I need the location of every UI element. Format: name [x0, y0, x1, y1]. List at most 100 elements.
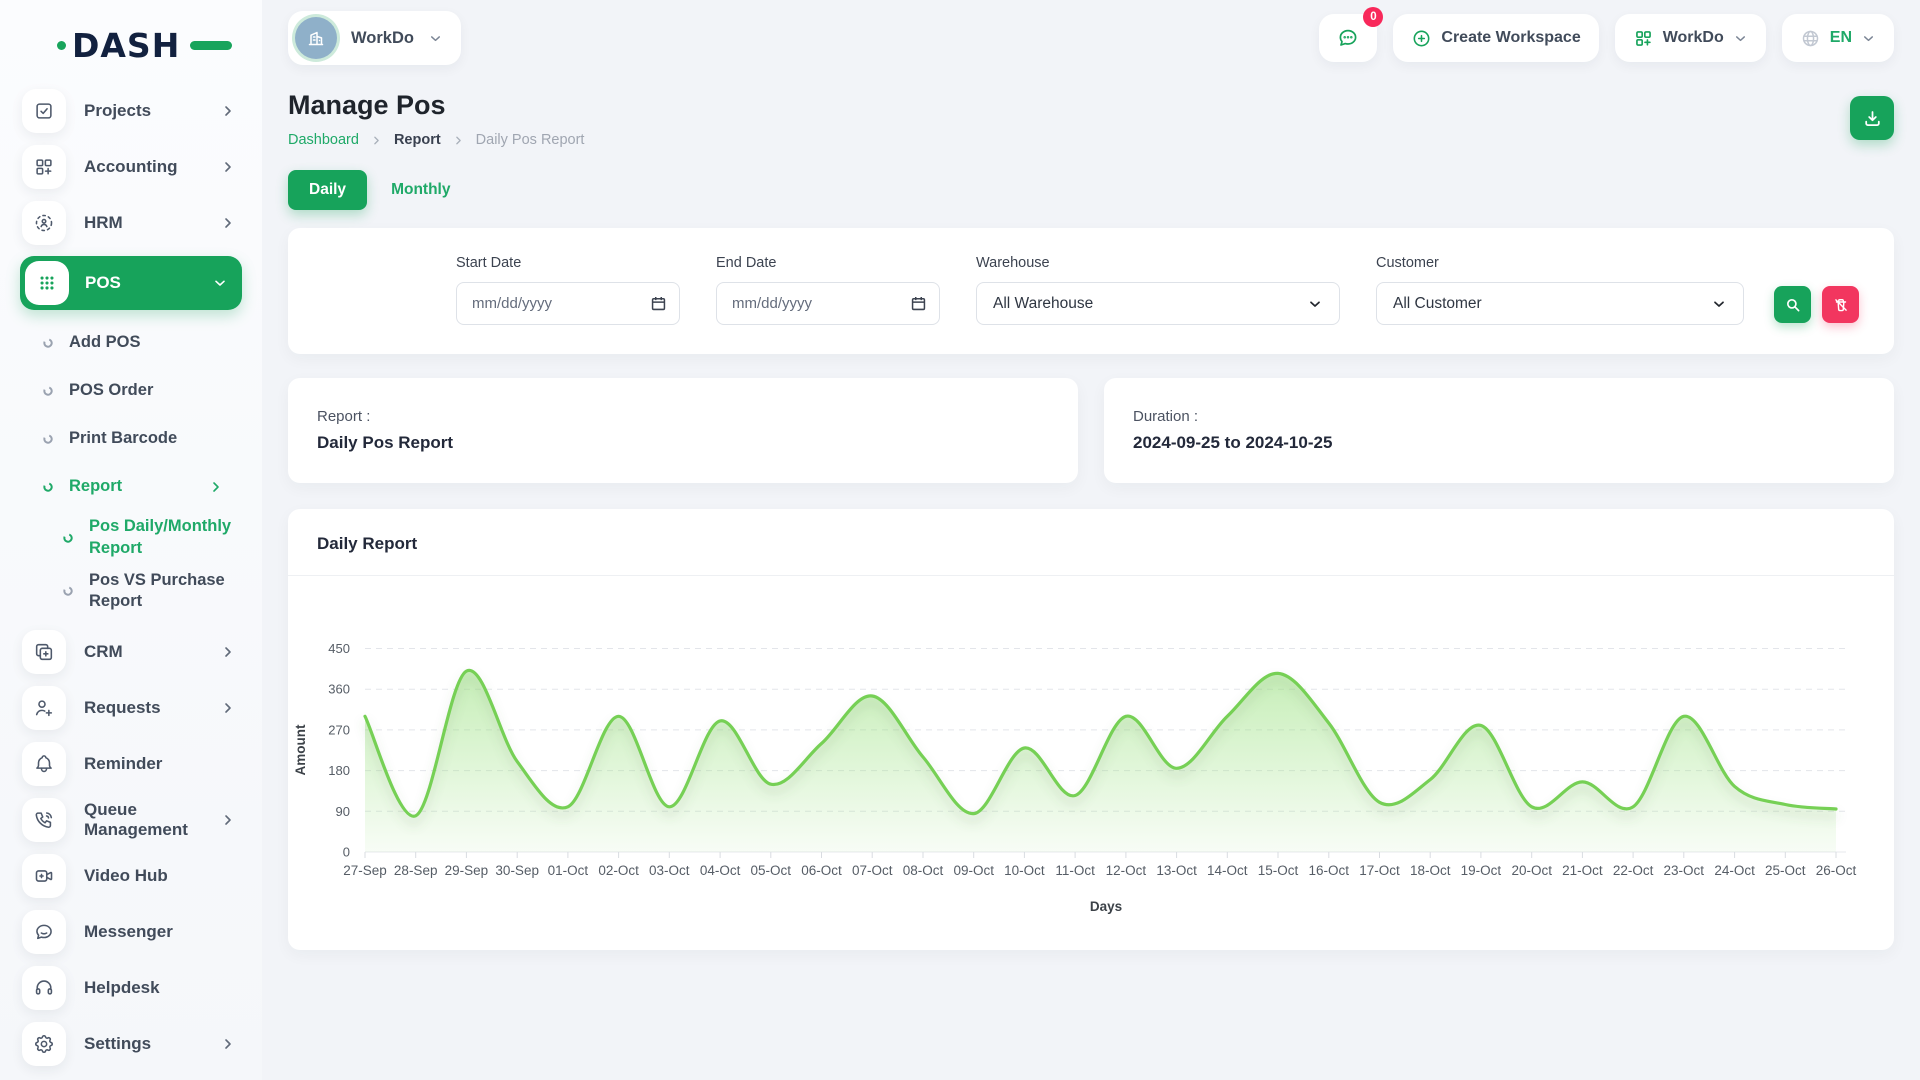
duration-label: Duration :: [1133, 408, 1865, 425]
sidebar-subitem-add-pos[interactable]: Add POS: [0, 319, 262, 367]
sidebar-item-label: CRM: [84, 642, 123, 662]
logo-dot: [57, 41, 66, 50]
sidebar-item-queue-management[interactable]: Queue Management: [0, 792, 262, 848]
sidebar-subitem-pos-vs-purchase-report[interactable]: Pos VS Purchase Report: [0, 565, 262, 619]
page-title: Manage Pos: [288, 90, 584, 121]
end-date-input[interactable]: [716, 282, 940, 325]
svg-text:22-Oct: 22-Oct: [1613, 863, 1654, 878]
sidebar-item-messenger[interactable]: Messenger: [0, 904, 262, 960]
message-dots-icon: [1336, 26, 1360, 50]
phone-call-icon: [22, 798, 66, 842]
grid-plus-icon: [1633, 28, 1654, 49]
headset-icon: [22, 966, 66, 1010]
sidebar-subitem-label: Add POS: [69, 332, 247, 354]
svg-text:15-Oct: 15-Oct: [1258, 863, 1299, 878]
sidebar-item-hrm[interactable]: HRM: [0, 195, 262, 251]
sidebar-item-label: Queue Management: [84, 800, 220, 840]
search-button[interactable]: [1774, 286, 1811, 323]
breadcrumb-report[interactable]: Report: [394, 132, 441, 148]
language-button[interactable]: EN: [1782, 14, 1894, 62]
sidebar-item-video-hub[interactable]: Video Hub: [0, 848, 262, 904]
sidebar-item-label: Projects: [84, 101, 151, 121]
duration-value: 2024-09-25 to 2024-10-25: [1133, 433, 1865, 453]
sidebar-subitem-report[interactable]: Report: [0, 463, 262, 511]
chat-bubble-icon: [22, 910, 66, 954]
chevron-right-icon: [452, 134, 465, 147]
svg-text:21-Oct: 21-Oct: [1562, 863, 1603, 878]
clear-filter-button[interactable]: [1822, 286, 1859, 323]
start-date-input[interactable]: [456, 282, 680, 325]
chevron-down-icon: [212, 275, 228, 291]
sidebar-item-label: Helpdesk: [84, 978, 160, 998]
chevron-down-icon: [1733, 31, 1748, 46]
sidebar-item-pos[interactable]: POS: [20, 256, 242, 310]
svg-text:18-Oct: 18-Oct: [1410, 863, 1451, 878]
sidebar-subnav-pos: Add POS POS Order Print Barcode Report P…: [0, 315, 262, 624]
logo-text: DASH: [72, 26, 180, 65]
sidebar-item-crm[interactable]: CRM: [0, 624, 262, 680]
tab-monthly[interactable]: Monthly: [385, 170, 456, 210]
chevron-right-icon: [220, 159, 236, 175]
brand-logo[interactable]: DASH: [72, 26, 202, 65]
chevron-right-icon: [220, 812, 236, 828]
warehouse-select[interactable]: All Warehouse: [976, 282, 1340, 325]
breadcrumb-dashboard[interactable]: Dashboard: [288, 132, 359, 148]
sidebar-item-helpdesk[interactable]: Helpdesk: [0, 960, 262, 1016]
svg-text:06-Oct: 06-Oct: [801, 863, 842, 878]
sidebar-item-requests[interactable]: Requests: [0, 680, 262, 736]
checkbox-icon: [22, 89, 66, 133]
circle-notch-icon: [42, 385, 54, 397]
report-value: Daily Pos Report: [317, 433, 1049, 453]
svg-text:24-Oct: 24-Oct: [1714, 863, 1755, 878]
sidebar-item-reminder[interactable]: Reminder: [0, 736, 262, 792]
duration-card: Duration : 2024-09-25 to 2024-10-25: [1104, 378, 1894, 483]
chevron-down-icon: [1861, 31, 1876, 46]
chevron-right-icon: [220, 1036, 236, 1052]
circle-notch-icon: [62, 585, 74, 597]
customer-select[interactable]: All Customer: [1376, 282, 1744, 325]
calendar-icon[interactable]: [649, 294, 668, 313]
trash-off-icon: [1832, 296, 1850, 314]
svg-text:05-Oct: 05-Oct: [751, 863, 792, 878]
svg-text:19-Oct: 19-Oct: [1461, 863, 1502, 878]
sidebar-subitem-print-barcode[interactable]: Print Barcode: [0, 415, 262, 463]
chevron-right-icon: [220, 215, 236, 231]
circle-notch-icon: [42, 337, 54, 349]
svg-text:29-Sep: 29-Sep: [445, 863, 489, 878]
download-button[interactable]: [1850, 96, 1894, 140]
topbar: WorkDo 0 Create Workspace: [288, 10, 1894, 66]
sidebar: DASH Projects Accounting HRM POS Add POS…: [0, 0, 262, 1080]
logo-dash: [190, 41, 232, 50]
bell-icon: [22, 742, 66, 786]
chevron-right-icon: [208, 479, 224, 495]
sidebar-item-label: Messenger: [84, 922, 173, 942]
create-workspace-button[interactable]: Create Workspace: [1393, 14, 1598, 62]
chart-card: Daily Report 27-Sep28-Sep29-Sep30-Sep01-…: [288, 509, 1894, 950]
sidebar-item-projects[interactable]: Projects: [0, 83, 262, 139]
sidebar-nav: Projects Accounting HRM POS Add POS POS …: [0, 83, 262, 1072]
report-mode-tabs: Daily Monthly: [288, 170, 1894, 210]
svg-text:14-Oct: 14-Oct: [1207, 863, 1248, 878]
svg-text:23-Oct: 23-Oct: [1664, 863, 1705, 878]
calendar-icon[interactable]: [909, 294, 928, 313]
messages-button[interactable]: 0: [1319, 14, 1377, 62]
sidebar-item-label: Video Hub: [84, 866, 168, 886]
tab-daily[interactable]: Daily: [288, 170, 367, 210]
sidebar-subitem-pos-order[interactable]: POS Order: [0, 367, 262, 415]
sidebar-subitem-pos-daily-monthly-report[interactable]: Pos Daily/Monthly Report: [0, 511, 262, 565]
crm-cards-icon: [22, 630, 66, 674]
sidebar-item-settings[interactable]: Settings: [0, 1016, 262, 1072]
plus-circle-icon: [1411, 28, 1432, 49]
app-menu-button[interactable]: WorkDo: [1615, 14, 1766, 62]
globe-icon: [1800, 28, 1821, 49]
daily-report-chart: 27-Sep28-Sep29-Sep30-Sep01-Oct02-Oct03-O…: [288, 576, 1894, 940]
building-icon: [295, 17, 337, 59]
svg-text:180: 180: [328, 763, 350, 778]
svg-text:12-Oct: 12-Oct: [1106, 863, 1147, 878]
sidebar-item-accounting[interactable]: Accounting: [0, 139, 262, 195]
svg-text:16-Oct: 16-Oct: [1309, 863, 1350, 878]
svg-text:Days: Days: [1090, 899, 1122, 914]
app-root: DASH Projects Accounting HRM POS Add POS…: [0, 0, 1920, 1080]
workspace-switcher[interactable]: WorkDo: [288, 11, 461, 65]
sidebar-item-label: POS: [85, 273, 121, 293]
